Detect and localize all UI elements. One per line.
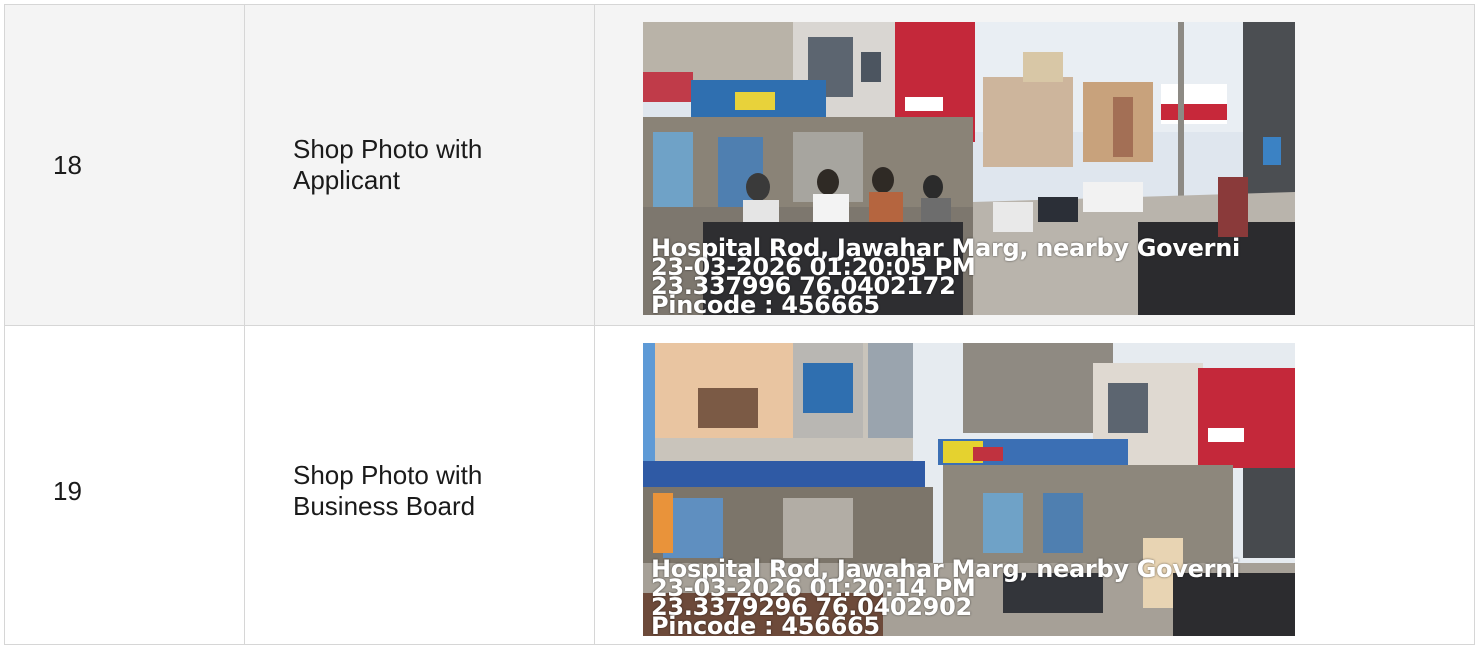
- shop-photo-business-board[interactable]: Hospital Rod, Jawahar Marg, nearby Gover…: [643, 343, 1295, 636]
- row-number-cell: 18: [4, 4, 245, 326]
- photo-geotag-stamp: Hospital Rod, Jawahar Marg, nearby Gover…: [651, 236, 1240, 315]
- row-number-cell: 19: [4, 325, 245, 645]
- row-number: 18: [53, 149, 82, 180]
- photo-cell: Hospital Rod, Jawahar Marg, nearby Gover…: [594, 325, 1475, 645]
- photo-geotag-stamp: Hospital Rod, Jawahar Marg, nearby Gover…: [651, 557, 1240, 636]
- description-cell: Shop Photo with Business Board: [244, 325, 595, 645]
- photo-cell: Hospital Rod, Jawahar Marg, nearby Gover…: [594, 4, 1475, 326]
- row-description: Shop Photo with Business Board: [293, 460, 483, 521]
- row-description: Shop Photo with Applicant: [293, 134, 483, 195]
- document-table: 18 Shop Photo with Applicant Hospital Ro…: [4, 4, 1475, 645]
- description-cell: Shop Photo with Applicant: [244, 4, 595, 326]
- shop-photo-applicant[interactable]: Hospital Rod, Jawahar Marg, nearby Gover…: [643, 22, 1295, 315]
- table-row: 18 Shop Photo with Applicant Hospital Ro…: [4, 4, 1475, 326]
- row-number: 19: [53, 476, 82, 506]
- table-row: 19 Shop Photo with Business Board Hospit…: [4, 325, 1475, 645]
